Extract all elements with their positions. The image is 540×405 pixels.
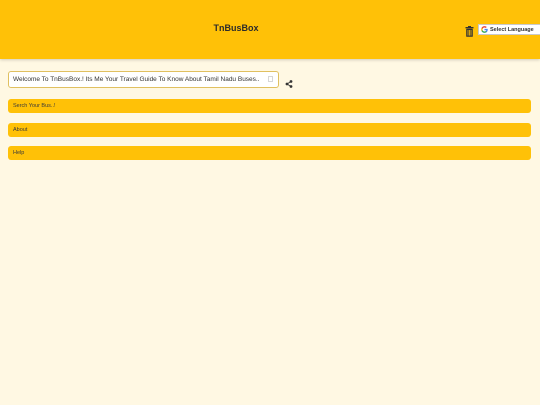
search-bus-accordion[interactable]: Serch Your Bus..! — [8, 99, 531, 113]
trash-icon — [465, 26, 474, 37]
welcome-text-input[interactable] — [8, 71, 279, 88]
share-icon — [285, 80, 293, 88]
delete-button[interactable] — [465, 24, 474, 37]
google-g-icon — [481, 26, 488, 33]
language-select[interactable]: Select Language — [478, 24, 540, 35]
text-cursor-icon — [268, 76, 273, 82]
about-accordion[interactable]: About — [8, 123, 531, 137]
app-header: TnBusBox Select Language — [0, 0, 540, 59]
help-accordion[interactable]: Help — [8, 146, 531, 160]
language-select-label: Select Language — [490, 26, 534, 33]
share-button[interactable] — [285, 75, 293, 88]
app-title: TnBusBox — [213, 23, 259, 33]
